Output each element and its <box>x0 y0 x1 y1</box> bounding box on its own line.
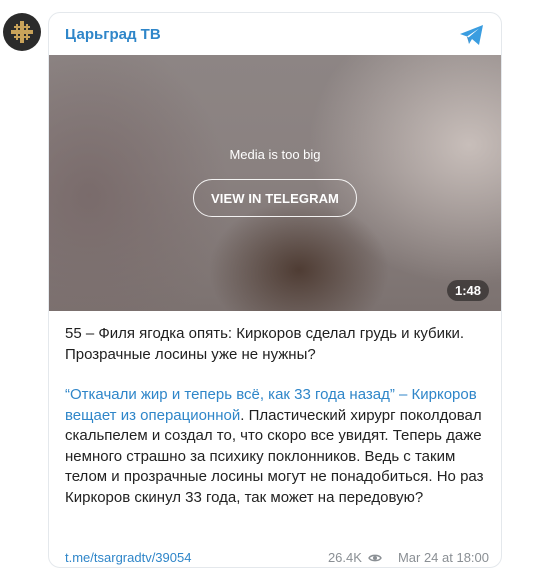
post-text: 55 – Филя ягодка опять: Киркоров сделал … <box>65 324 489 508</box>
post-title: 55 – Филя ягодка опять: Киркоров сделал … <box>65 325 465 363</box>
eye-icon <box>368 554 382 561</box>
channel-avatar[interactable] <box>3 13 41 51</box>
post-permalink[interactable]: t.me/tsargradtv/39054 <box>65 550 191 565</box>
post-meta: 26.4K Mar 24 at 18:00 <box>328 550 489 565</box>
views-count: 26.4K <box>327 550 362 565</box>
post-footer: t.me/tsargradtv/39054 26.4K Mar 24 at 18… <box>65 550 489 567</box>
post-card: Царьград ТВ Media is too big VIEW IN TEL… <box>48 12 502 568</box>
channel-name-link[interactable]: Царьград ТВ <box>65 26 161 43</box>
post-timestamp[interactable]: Mar 24 at 18:00 <box>398 550 489 565</box>
channel-logo-icon <box>11 21 33 43</box>
view-in-telegram-button[interactable]: VIEW IN TELEGRAM <box>193 179 357 217</box>
telegram-plane-icon[interactable] <box>459 24 485 46</box>
video-duration-badge: 1:48 <box>446 280 489 301</box>
video-preview[interactable]: Media is too big VIEW IN TELEGRAM 1:48 <box>49 55 501 311</box>
post-body: “Откачали жир и теперь всё, как 33 года … <box>65 385 489 508</box>
media-too-big-message: Media is too big <box>229 147 321 162</box>
post-header: Царьград ТВ <box>49 13 501 55</box>
